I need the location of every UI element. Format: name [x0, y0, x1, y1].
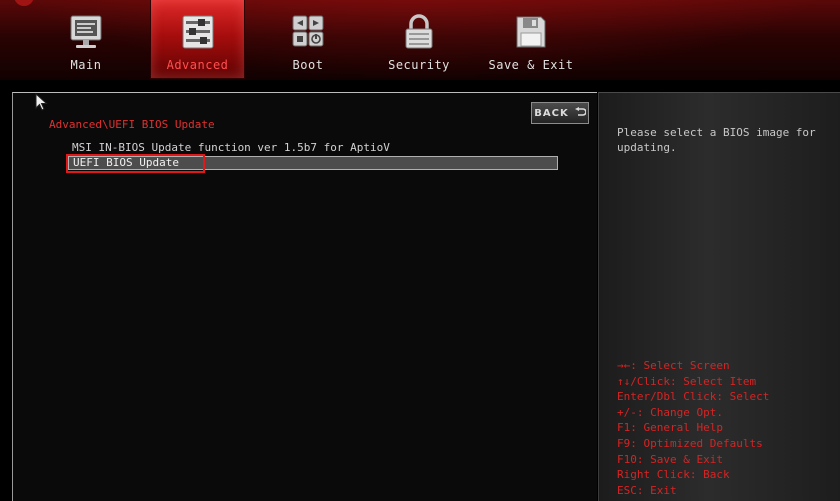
menu-item-msi-update-info: MSI IN-BIOS Update function ver 1.5b7 fo…: [72, 141, 390, 154]
tab-security[interactable]: Security: [380, 0, 458, 78]
tab-label-save-exit: Save & Exit: [488, 58, 574, 72]
back-button-label: BACK: [534, 107, 569, 119]
key-help-select-screen: →←: Select Screen: [617, 359, 730, 372]
top-navigation-bar: Main Advanced Boot Security Save & Exit: [0, 0, 840, 80]
key-help-select-item: ↑↓/Click: Select Item: [617, 374, 757, 388]
key-help-right-click: Right Click: Back: [617, 468, 730, 482]
key-help-enter: Enter/Dbl Click: Select: [617, 390, 770, 404]
tab-boot[interactable]: Boot: [270, 0, 346, 78]
return-arrow-icon: [574, 106, 587, 120]
floppy-disk-icon: [514, 14, 548, 53]
tab-save-exit[interactable]: Save & Exit: [488, 0, 574, 78]
tab-label-boot: Boot: [292, 58, 324, 72]
tab-advanced[interactable]: Advanced: [150, 0, 245, 79]
key-help-esc: ESC: Exit: [617, 483, 677, 497]
back-button[interactable]: BACK: [531, 102, 589, 124]
key-help-list: →←: Select Screen ↑↓/Click: Select Item …: [617, 358, 769, 498]
monitor-icon: [69, 14, 103, 53]
mouse-cursor-icon: [35, 92, 48, 115]
tab-label-main: Main: [70, 58, 102, 72]
boot-grid-icon: [291, 14, 325, 53]
tab-main[interactable]: Main: [47, 0, 125, 78]
lock-icon: [402, 14, 436, 53]
tab-label-advanced: Advanced: [166, 58, 229, 72]
tab-label-security: Security: [388, 58, 450, 72]
key-help-f9: F9: Optimized Defaults: [617, 436, 763, 450]
key-help-change-opt: +/-: Change Opt.: [617, 405, 723, 419]
help-description: Please select a BIOS image for updating.: [617, 126, 816, 154]
breadcrumb: Advanced\UEFI BIOS Update: [49, 118, 215, 131]
menu-item-uefi-bios-update[interactable]: UEFI BIOS Update: [73, 156, 179, 169]
key-help-f1: F1: General Help: [617, 421, 723, 435]
key-help-f10: F10: Save & Exit: [617, 452, 723, 466]
sliders-icon: [181, 14, 215, 53]
